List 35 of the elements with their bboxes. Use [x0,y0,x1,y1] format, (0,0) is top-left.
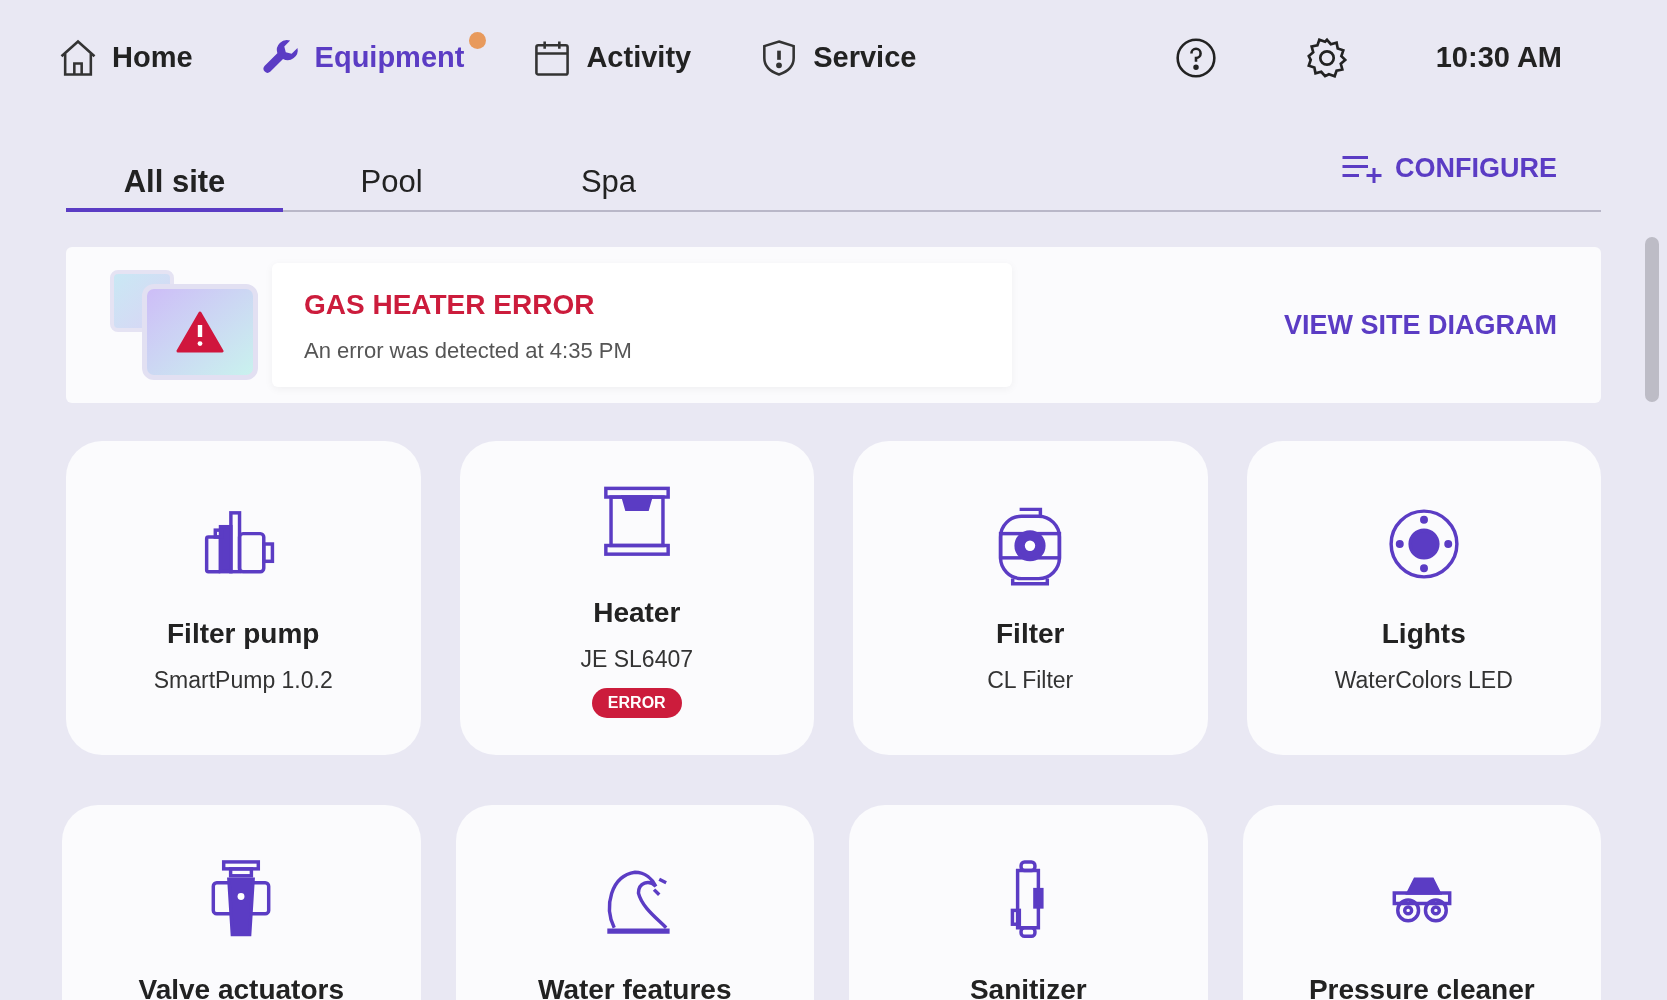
equipment-name: Lights [1381,616,1466,651]
equipment-model: CL Filter [987,665,1074,695]
equipment-name: Pressure cleaner [1308,973,1535,1000]
alert-title: GAS HEATER ERROR [304,287,596,322]
equipment-model: WaterColors LED [1334,665,1513,695]
nav-tab[interactable]: Home [56,35,193,80]
equipment-model: JE SL6407 [580,644,693,674]
equipment-card[interactable]: Lights WaterColors LED [1246,441,1601,755]
equipment-name: Sanitizer [969,973,1087,1000]
equipment-card[interactable]: Heater JE SL6407 ERROR [459,441,814,755]
equipment-card[interactable]: Valve actuators [62,805,421,1000]
alert-message: An error was detected at 4:35 PM [304,336,633,365]
equipment-card[interactable]: Pressure cleaner [1242,805,1601,1000]
clock: 10:30 AM [1435,39,1562,75]
equipment-card[interactable]: Filter pump SmartPump 1.0.2 [66,441,421,755]
filter-tab[interactable]: Spa [500,156,717,212]
error-badge: ERROR [591,688,682,719]
filter-tab[interactable]: All site [66,156,283,212]
equipment-card[interactable]: Water features [455,805,814,1000]
equipment-name: Filter [996,616,1065,651]
equipment-name: Water features [538,973,732,1000]
equipment-name: Filter pump [167,616,320,651]
nav-tab[interactable]: Service [757,35,917,80]
filter-tab[interactable]: Pool [283,156,500,212]
equipment-card[interactable]: Filter CL Filter [853,441,1208,755]
equipment-name: Heater [593,595,681,630]
help-icon[interactable] [1173,35,1218,80]
warning-icon [176,311,224,353]
view-site-diagram-link[interactable]: VIEW SITE DIAGRAM [1284,304,1557,346]
equipment-name: Valve actuators [138,973,344,1000]
configure-button[interactable]: CONFIGURE [1341,147,1557,188]
nav-tab[interactable]: Equipment [258,35,465,80]
equipment-card[interactable]: Sanitizer [849,805,1208,1000]
equipment-model: SmartPump 1.0.2 [153,665,333,695]
nav-tab[interactable]: Activity [530,35,692,80]
